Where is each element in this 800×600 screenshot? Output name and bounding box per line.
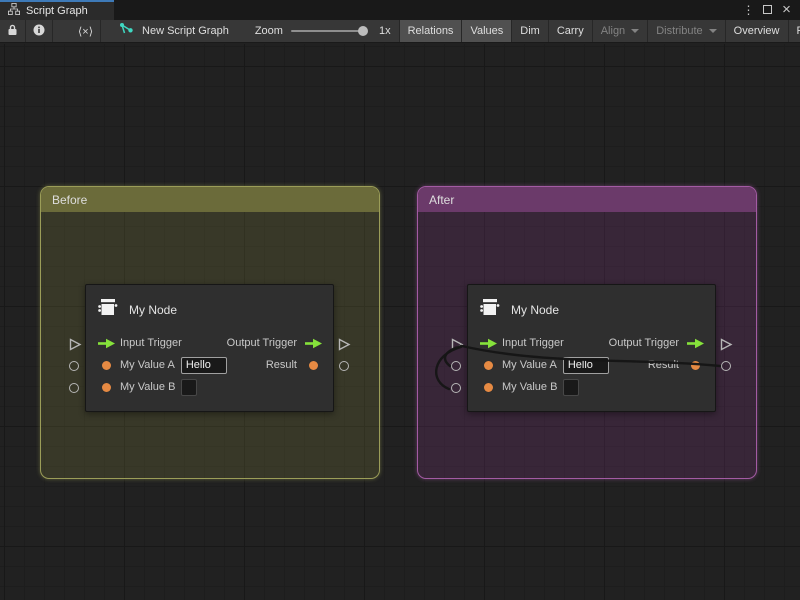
zoom-slider[interactable] [291,30,363,32]
script-graph-window: Script Graph ⋮ × [0,0,800,600]
group-before-header[interactable]: Before [41,187,379,212]
graph-toolbar: ⟨×⟩ New Script Graph Zoom 1x Relations V… [0,20,800,43]
overview-button[interactable]: Overview [726,20,789,42]
title-bar: Script Graph ⋮ × [0,0,800,20]
window-controls: ⋮ × [741,0,800,20]
outer-value-port[interactable] [451,361,461,371]
close-icon[interactable]: × [779,2,794,18]
value-b-input[interactable] [181,379,197,396]
port-label: Result [266,359,297,371]
menu-icon[interactable]: ⋮ [741,2,756,18]
value-a-input[interactable] [563,357,609,374]
node-my-node-before[interactable]: My Node Input Trigger Output Trigger [85,284,334,412]
graph-icon [119,22,134,41]
zoom-value: 1x [371,20,399,42]
outer-value-port[interactable] [339,361,349,371]
trigger-input-port-icon[interactable] [96,338,116,349]
node-my-node-after[interactable]: My Node Input Trigger Output Trigger [467,284,716,412]
group-title: Before [52,193,87,207]
value-b-input[interactable] [563,379,579,396]
values-toggle[interactable]: Values [462,20,512,42]
tab-script-graph[interactable]: Script Graph [0,0,114,20]
value-input-port-icon[interactable] [96,361,116,370]
node-row-value-a: My Value A Result [86,354,333,376]
tab-title: Script Graph [26,5,88,17]
group-after-header[interactable]: After [418,187,756,212]
carry-toggle[interactable]: Carry [549,20,593,42]
value-output-port-icon[interactable] [303,361,323,370]
value-input-port-icon[interactable] [96,383,116,392]
node-header: My Node [468,285,715,332]
value-a-input[interactable] [181,357,227,374]
node-row-value-b: My Value B [86,376,333,398]
chevron-down-icon [631,29,639,33]
port-label: My Value A [120,359,175,371]
outer-trigger-port[interactable] [451,338,464,356]
node-title: My Node [129,303,177,317]
align-dropdown: Align [593,20,648,42]
value-output-port-icon[interactable] [685,361,705,370]
graph-name-label[interactable]: New Script Graph [134,20,237,42]
port-label: My Value B [502,381,557,393]
port-label: Result [648,359,679,371]
outer-value-port[interactable] [69,361,79,371]
outer-value-port[interactable] [721,361,731,371]
port-label: Output Trigger [227,337,297,349]
lock-button[interactable] [0,20,26,42]
full-screen-button[interactable]: Full Screen [789,20,800,42]
node-row-value-b: My Value B [468,376,715,398]
unit-node-icon [478,296,501,323]
outer-trigger-port[interactable] [720,338,733,356]
code-preview-button[interactable]: ⟨×⟩ [71,20,100,42]
outer-value-port[interactable] [69,383,79,393]
port-label: Input Trigger [502,337,564,349]
maximize-icon[interactable] [760,2,775,18]
value-input-port-icon[interactable] [478,383,498,392]
port-label: My Value A [502,359,557,371]
zoom-label: Zoom [247,20,291,42]
outer-trigger-port[interactable] [69,338,82,356]
trigger-output-port-icon[interactable] [303,338,323,349]
trigger-input-port-icon[interactable] [478,338,498,349]
distribute-dropdown: Distribute [648,20,725,42]
outer-trigger-port[interactable] [338,338,351,356]
relations-toggle[interactable]: Relations [400,20,463,42]
info-icon [33,24,45,39]
zoom-slider-knob[interactable] [358,26,368,36]
node-header: My Node [86,285,333,332]
node-row-value-a: My Value A Result [468,354,715,376]
graph-hierarchy-icon [8,2,20,20]
port-label: Input Trigger [120,337,182,349]
inspect-button[interactable] [26,20,53,42]
toolbar-right-group: Relations Values Dim Carry Align Distrib… [399,20,800,42]
unit-node-icon [96,296,119,323]
graph-canvas[interactable]: Before After My Nod [0,44,800,600]
value-input-port-icon[interactable] [478,361,498,370]
lock-icon [7,24,18,39]
chevron-down-icon [709,29,717,33]
dim-toggle[interactable]: Dim [512,20,549,42]
group-title: After [429,193,454,207]
node-row-trigger: Input Trigger Output Trigger [468,332,715,354]
node-title: My Node [511,303,559,317]
port-label: My Value B [120,381,175,393]
node-row-trigger: Input Trigger Output Trigger [86,332,333,354]
trigger-output-port-icon[interactable] [685,338,705,349]
outer-value-port[interactable] [451,383,461,393]
code-toggle-icon: ⟨×⟩ [78,25,93,38]
port-label: Output Trigger [609,337,679,349]
